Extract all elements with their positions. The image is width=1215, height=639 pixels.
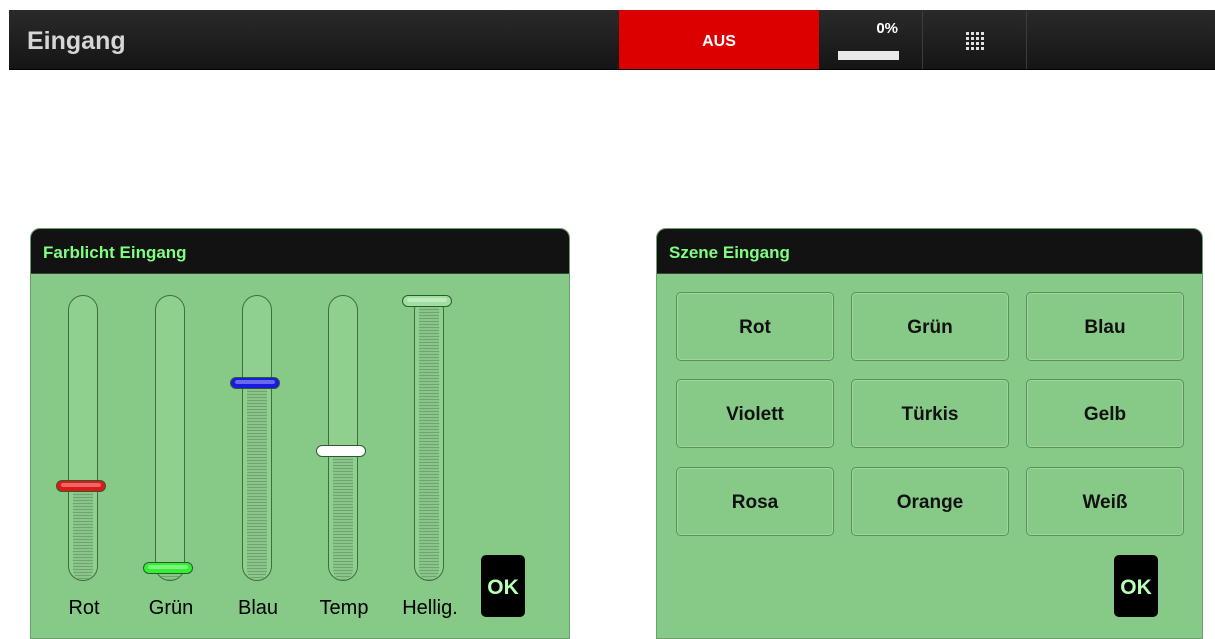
slider-label: Temp — [319, 597, 369, 619]
slider-label: Hellig. — [402, 597, 458, 619]
top-bar: Eingang AUS 0% — [9, 10, 1215, 70]
slider-3[interactable]: Blau — [228, 295, 288, 635]
slider-knob[interactable] — [230, 376, 280, 389]
slider-fill — [333, 455, 353, 580]
scene-button[interactable]: Rot — [676, 292, 834, 361]
slider-track[interactable] — [68, 295, 98, 581]
scene-button[interactable]: Rosa — [676, 467, 834, 536]
grid-icon — [966, 32, 984, 50]
dim-level-button[interactable]: 0% — [820, 10, 922, 69]
slider-label: Blau — [237, 597, 279, 619]
slider-label: Grün — [148, 597, 194, 619]
dim-value: 0% — [876, 20, 898, 37]
scene-panel: Szene Eingang Rot Grün Blau Violett Türkis Ge… — [656, 228, 1203, 639]
ok-button[interactable]: OK — [481, 555, 525, 617]
slider-knob[interactable] — [402, 295, 452, 307]
slider-1[interactable]: Rot — [54, 295, 114, 635]
color-light-panel: Farblicht Eingang Rot Grün Blau Temp Hellig.… — [30, 228, 570, 639]
slider-knob[interactable] — [56, 479, 106, 492]
dim-level-bar — [838, 51, 899, 60]
scene-button[interactable]: Blau — [1026, 292, 1184, 361]
slider-track[interactable] — [328, 295, 358, 581]
panel-title: Farblicht Eingang — [31, 229, 569, 274]
slider-label: Rot — [68, 597, 100, 619]
slider-2[interactable]: Grün — [141, 295, 201, 635]
panel-title: Szene Eingang — [657, 229, 1202, 274]
power-button[interactable]: AUS — [619, 10, 819, 69]
slider-track[interactable] — [414, 295, 444, 581]
scene-button[interactable]: Orange — [851, 467, 1009, 536]
grid-menu-button[interactable] — [922, 10, 1026, 69]
ok-button[interactable]: OK — [1114, 555, 1158, 617]
scene-button[interactable]: Grün — [851, 292, 1009, 361]
scene-button[interactable]: Violett — [676, 379, 834, 448]
slider-knob[interactable] — [316, 444, 366, 457]
slider-fill — [160, 572, 180, 580]
slider-track[interactable] — [242, 295, 272, 581]
slider-fill — [419, 306, 439, 580]
scene-button[interactable]: Weiß — [1026, 467, 1184, 536]
scene-button[interactable]: Gelb — [1026, 379, 1184, 448]
slider-5[interactable]: Hellig. — [400, 295, 460, 635]
slider-track[interactable] — [155, 295, 185, 581]
slider-fill — [247, 387, 267, 580]
slider-4[interactable]: Temp — [314, 295, 374, 635]
slider-fill — [73, 490, 93, 580]
slider-knob[interactable] — [143, 561, 193, 574]
divider — [1026, 10, 1027, 69]
scene-button[interactable]: Türkis — [851, 379, 1009, 448]
page-title: Eingang — [27, 27, 126, 55]
